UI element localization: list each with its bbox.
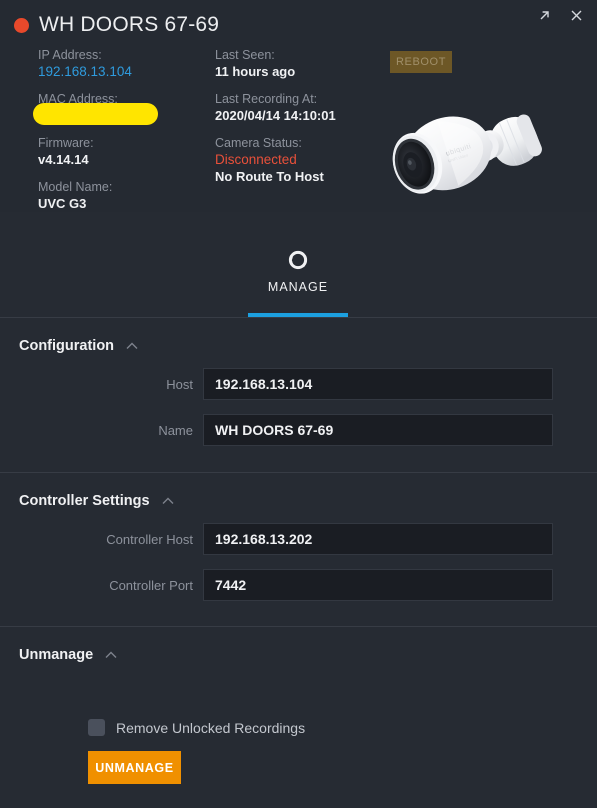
chevron-up-icon[interactable] bbox=[160, 493, 176, 509]
section-configuration: Configuration Host 192.168.13.104 Name W… bbox=[0, 317, 597, 472]
tab-bar: MANAGE bbox=[0, 212, 597, 317]
info-firmware: Firmware: v4.14.14 bbox=[38, 136, 213, 168]
info-value: 11 hours ago bbox=[215, 64, 296, 79]
info-model-name: Model Name: UVC G3 bbox=[38, 180, 213, 212]
section-controller-settings-header[interactable]: Controller Settings bbox=[0, 473, 597, 509]
info-last-recording-at: Last Recording At: 2020/04/14 14:10:01 bbox=[215, 92, 395, 124]
field-controller-port: Controller Port 7442 bbox=[0, 569, 597, 601]
section-configuration-header[interactable]: Configuration bbox=[0, 318, 597, 354]
info-label: Last Recording At: bbox=[215, 92, 318, 106]
section-unmanage-header[interactable]: Unmanage bbox=[0, 627, 597, 663]
device-info-column-right: Last Seen: 11 hours ago Last Recording A… bbox=[215, 48, 395, 197]
controller-host-input[interactable]: 192.168.13.202 bbox=[203, 523, 553, 555]
camera-product-image: ubiquiti UniFi Video bbox=[388, 96, 568, 206]
section-title: Controller Settings bbox=[19, 493, 150, 509]
expand-arrow-icon[interactable] bbox=[535, 6, 553, 24]
gear-icon bbox=[286, 248, 310, 272]
name-input[interactable]: WH DOORS 67-69 bbox=[203, 414, 553, 446]
title-row: WH DOORS 67-69 bbox=[14, 13, 219, 37]
mac-address-redaction-highlight bbox=[33, 103, 158, 125]
close-icon[interactable] bbox=[567, 6, 585, 24]
field-label: Controller Host bbox=[106, 531, 193, 547]
field-label: Name bbox=[158, 422, 193, 438]
status-indicator-dot bbox=[14, 17, 29, 33]
section-unmanage: Unmanage Remove Unlocked Recordings UNMA… bbox=[0, 626, 597, 784]
section-controller-settings: Controller Settings Controller Host 192.… bbox=[0, 472, 597, 626]
info-label: Camera Status: bbox=[215, 136, 302, 150]
device-header: WH DOORS 67-69 IP Address: 192.168.13.10… bbox=[0, 0, 597, 212]
info-last-seen: Last Seen: 11 hours ago bbox=[215, 48, 395, 80]
info-label: Firmware: bbox=[38, 136, 94, 150]
remove-recordings-row[interactable]: Remove Unlocked Recordings bbox=[88, 719, 597, 736]
info-ip-address: IP Address: 192.168.13.104 bbox=[38, 48, 213, 80]
chevron-up-icon[interactable] bbox=[103, 647, 119, 663]
tab-manage[interactable]: MANAGE bbox=[248, 248, 348, 317]
info-mac-address: MAC Address: bbox=[33, 92, 213, 125]
page-title: WH DOORS 67-69 bbox=[39, 13, 220, 36]
window-controls bbox=[535, 6, 585, 24]
info-label: Last Seen: bbox=[215, 48, 275, 62]
info-camera-status: Camera Status: Disconnected No Route To … bbox=[215, 136, 395, 185]
status-detail: No Route To Host bbox=[215, 169, 324, 184]
chevron-up-icon[interactable] bbox=[124, 338, 140, 354]
remove-recordings-checkbox[interactable] bbox=[88, 719, 105, 736]
info-value: UVC G3 bbox=[38, 196, 87, 211]
controller-port-input[interactable]: 7442 bbox=[203, 569, 553, 601]
field-label: Controller Port bbox=[109, 577, 193, 593]
reboot-button[interactable]: REBOOT bbox=[390, 51, 452, 73]
tab-manage-label: MANAGE bbox=[267, 280, 329, 294]
settings-panel: Configuration Host 192.168.13.104 Name W… bbox=[0, 317, 597, 808]
info-value[interactable]: 192.168.13.104 bbox=[38, 63, 213, 80]
remove-recordings-label: Remove Unlocked Recordings bbox=[116, 719, 306, 736]
host-input[interactable]: 192.168.13.104 bbox=[203, 368, 553, 400]
status-badge: Disconnected bbox=[215, 152, 297, 167]
field-controller-host: Controller Host 192.168.13.202 bbox=[0, 523, 597, 555]
field-host: Host 192.168.13.104 bbox=[0, 368, 597, 400]
info-label: Model Name: bbox=[38, 180, 113, 194]
section-title: Configuration bbox=[19, 338, 115, 354]
unmanage-button[interactable]: UNMANAGE bbox=[88, 751, 181, 784]
info-label: IP Address: bbox=[38, 48, 102, 62]
info-value: 2020/04/14 14:10:01 bbox=[215, 108, 336, 123]
unmanage-body: Remove Unlocked Recordings UNMANAGE bbox=[0, 663, 597, 784]
info-value: v4.14.14 bbox=[38, 152, 89, 167]
device-info-column-left: IP Address: 192.168.13.104 MAC Address: … bbox=[33, 48, 213, 224]
field-name: Name WH DOORS 67-69 bbox=[0, 414, 597, 446]
field-label: Host bbox=[166, 376, 193, 392]
section-title: Unmanage bbox=[19, 647, 94, 663]
